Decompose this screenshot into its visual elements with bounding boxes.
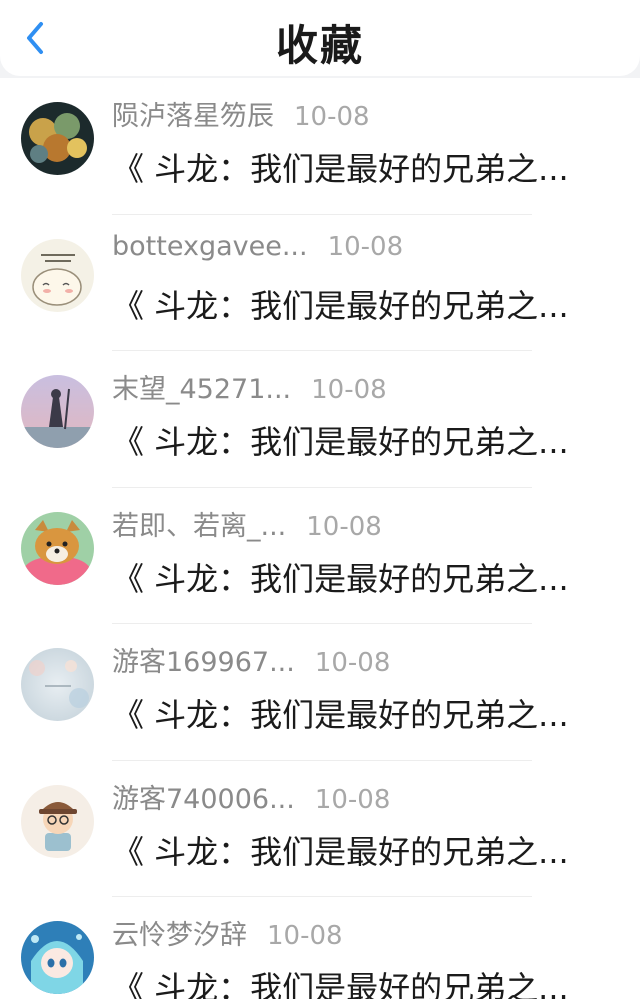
list-item[interactable]: 游客740006... 10-08 《 斗龙：我们是最好的兄弟之... — [0, 761, 640, 897]
username[interactable]: 末望_45271... — [112, 367, 291, 406]
favorite-title[interactable]: 《 斗龙：我们是最好的兄弟之... — [112, 144, 592, 190]
favorite-title[interactable]: 《 斗龙：我们是最好的兄弟之... — [112, 554, 592, 600]
timestamp: 10-08 — [294, 102, 370, 132]
timestamp: 10-08 — [267, 921, 343, 951]
top-bar: 收藏 — [0, 0, 640, 76]
list-item[interactable]: 游客169967... 10-08 《 斗龙：我们是最好的兄弟之... — [0, 624, 640, 761]
username[interactable]: 若即、若离_... — [112, 504, 286, 543]
timestamp: 10-08 — [311, 375, 387, 405]
timestamp: 10-08 — [314, 784, 391, 815]
timestamp: 10-08 — [327, 231, 404, 262]
avatar[interactable] — [21, 784, 94, 858]
list-item[interactable]: bottexgavee... 10-08 《 斗龙：我们是最好的兄弟之... — [0, 215, 640, 351]
favorite-title[interactable]: 《 斗龙：我们是最好的兄弟之... — [112, 963, 592, 999]
avatar[interactable] — [21, 648, 94, 721]
list-item[interactable]: 陨泸落星笏辰 10-08 《 斗龙：我们是最好的兄弟之... — [0, 78, 640, 215]
username[interactable]: 陨泸落星笏辰 — [112, 94, 274, 133]
timestamp: 10-08 — [306, 511, 382, 542]
username[interactable]: 游客169967... — [112, 640, 295, 679]
favorite-title[interactable]: 《 斗龙：我们是最好的兄弟之... — [112, 281, 592, 327]
username[interactable]: 云怜梦汐辞 — [112, 913, 247, 952]
list-item[interactable]: 末望_45271... 10-08 《 斗龙：我们是最好的兄弟之... — [0, 351, 640, 488]
favorite-title[interactable]: 《 斗龙：我们是最好的兄弟之... — [112, 417, 592, 463]
username[interactable]: bottexgavee... — [112, 231, 308, 262]
favorite-title[interactable]: 《 斗龙：我们是最好的兄弟之... — [112, 827, 592, 873]
favorites-list: 陨泸落星笏辰 10-08 《 斗龙：我们是最好的兄弟之... bottexgav… — [0, 78, 640, 999]
avatar[interactable] — [21, 375, 94, 448]
page-title: 收藏 — [275, 21, 364, 70]
list-item[interactable]: 若即、若离_... 10-08 《 斗龙：我们是最好的兄弟之... — [0, 488, 640, 624]
username[interactable]: 游客740006... — [112, 777, 295, 816]
list-item[interactable]: 云怜梦汐辞 10-08 《 斗龙：我们是最好的兄弟之... — [0, 897, 640, 999]
avatar[interactable] — [21, 102, 94, 175]
avatar[interactable] — [21, 238, 94, 312]
favorite-title[interactable]: 《 斗龙：我们是最好的兄弟之... — [112, 690, 592, 736]
avatar[interactable] — [21, 511, 94, 585]
avatar[interactable] — [21, 921, 94, 994]
timestamp: 10-08 — [314, 648, 391, 678]
